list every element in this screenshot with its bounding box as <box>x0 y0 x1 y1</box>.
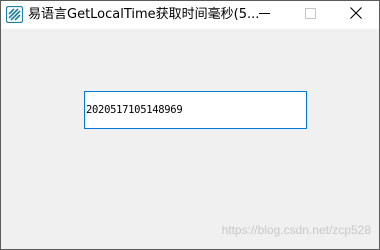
app-window: 易语言GetLocalTime获取时间毫秒(5... 2020517105148… <box>0 0 380 250</box>
time-edit-box[interactable]: 2020517105148969 <box>84 91 307 129</box>
minimize-button[interactable] <box>241 1 287 29</box>
close-button[interactable] <box>333 1 379 29</box>
e-language-app-icon[interactable] <box>5 5 24 24</box>
window-title: 易语言GetLocalTime获取时间毫秒(5... <box>28 7 260 22</box>
time-value: 2020517105148969 <box>86 104 183 116</box>
maximize-icon <box>304 6 316 24</box>
client-area: 2020517105148969 https://blog.csdn.net/z… <box>1 29 379 249</box>
watermark: https://blog.csdn.net/zcp528 <box>221 223 371 237</box>
title-bar[interactable]: 易语言GetLocalTime获取时间毫秒(5... <box>1 1 379 29</box>
minimize-icon <box>258 6 270 24</box>
close-icon <box>350 6 362 24</box>
maximize-button[interactable] <box>287 1 333 29</box>
